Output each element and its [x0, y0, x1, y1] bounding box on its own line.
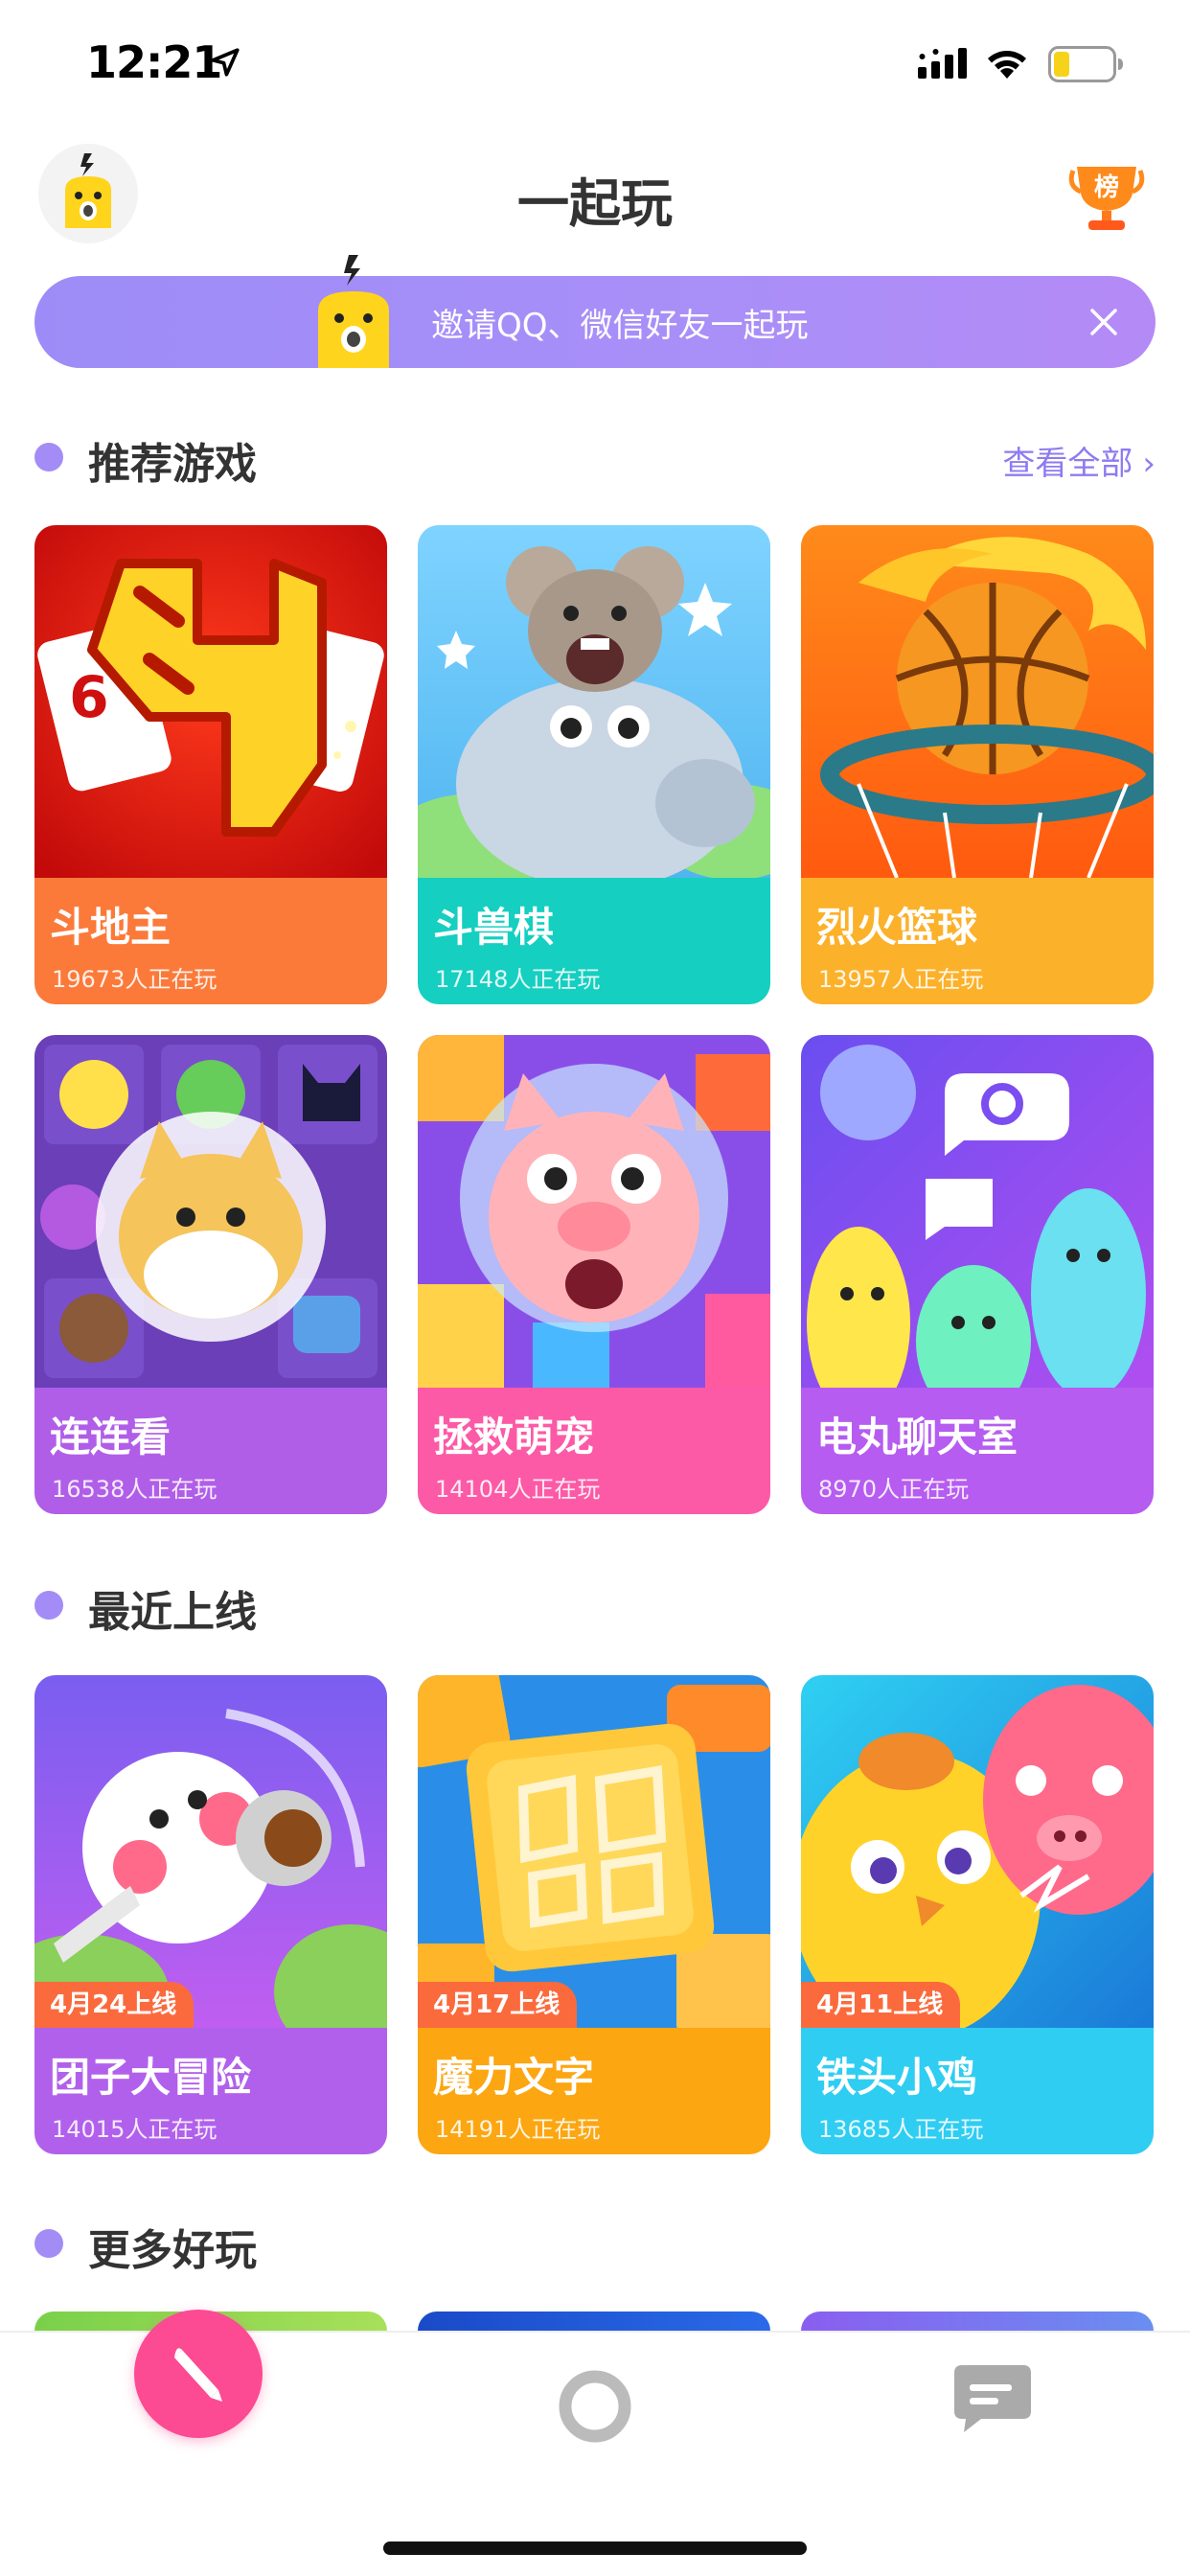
- wifi-icon: [988, 51, 1026, 79]
- section-title: 更多好玩: [88, 2226, 257, 2275]
- game-card-footer: 连连看 16538人正在玩: [34, 1388, 387, 1514]
- game-name: 魔力文字: [433, 2054, 595, 2101]
- game-name: 铁头小鸡: [816, 2054, 978, 2101]
- section-more-fun-header: 更多好玩: [34, 2208, 1156, 2275]
- game-card-moli-wenzi[interactable]: 4月17上线 魔力文字 14191人正在玩: [418, 1675, 770, 2154]
- header: 一起玩 榜: [0, 134, 1190, 249]
- player-count: 13685人正在玩: [818, 2116, 984, 2143]
- game-card-doushouqi[interactable]: 斗兽棋 17148人正在玩: [418, 525, 770, 1004]
- release-date-tag: 4月17上线: [418, 1982, 578, 2028]
- compass-icon: [174, 2348, 222, 2402]
- invite-banner[interactable]: 邀请QQ、微信好友一起玩: [34, 255, 1156, 368]
- tab-discover[interactable]: [134, 2310, 263, 2438]
- section-title: 最近上线: [88, 1588, 257, 1637]
- game-card-rescue-pets[interactable]: 拯救萌宠 14104人正在玩: [418, 1035, 770, 1514]
- home-indicator: [383, 2542, 807, 2555]
- game-card-lianliankan[interactable]: 连连看 16538人正在玩: [34, 1035, 387, 1514]
- game-card-footer: 铁头小鸡 13685人正在玩: [801, 2028, 1154, 2154]
- page-title: 一起玩: [517, 173, 673, 234]
- player-count: 13957人正在玩: [818, 966, 984, 993]
- player-count: 14191人正在玩: [435, 2116, 601, 2143]
- game-art-rescue-pets: [418, 1035, 770, 1388]
- game-art-moli-wenzi: [418, 1675, 770, 2028]
- section-dot: [34, 2229, 63, 2258]
- tab-bar: [0, 2310, 1190, 2576]
- game-card-tietou-chick[interactable]: 4月11上线 铁头小鸡 13685人正在玩: [801, 1675, 1154, 2154]
- player-count: 8970人正在玩: [818, 1476, 970, 1503]
- game-art-lianliankan: [34, 1035, 387, 1388]
- game-card-footer: 团子大冒险 14015人正在玩: [34, 2028, 387, 2154]
- game-card-footer: 烈火篮球 13957人正在玩: [801, 878, 1154, 1004]
- player-count: 14104人正在玩: [435, 1476, 601, 1503]
- section-dot: [34, 443, 63, 472]
- release-date-tag: 4月11上线: [801, 1982, 961, 2028]
- battery-icon: [1048, 46, 1123, 82]
- game-art-basketball: [801, 525, 1154, 878]
- game-card-footer: 魔力文字 14191人正在玩: [418, 2028, 770, 2154]
- game-card-footer: 拯救萌宠 14104人正在玩: [418, 1388, 770, 1514]
- leaderboard-trophy-icon[interactable]: 榜: [1065, 153, 1148, 236]
- game-card-footer: 斗兽棋 17148人正在玩: [418, 878, 770, 1004]
- game-card-footer: 电丸聊天室 8970人正在玩: [801, 1388, 1154, 1514]
- game-card-doudizhu[interactable]: 6 斗地主 19673人正在玩: [34, 525, 387, 1004]
- game-name: 烈火篮球: [816, 904, 978, 951]
- svg-text:6: 6: [69, 664, 109, 731]
- rank-badge-label: 榜: [1094, 172, 1119, 202]
- game-card-dianwan-chatroom[interactable]: 电丸聊天室 8970人正在玩: [801, 1035, 1154, 1514]
- chat-icon[interactable]: [952, 2363, 1033, 2436]
- game-art-doudizhu: 6: [34, 525, 387, 878]
- mascot-icon: [318, 255, 389, 368]
- game-name: 斗兽棋: [433, 904, 555, 951]
- game-art-tuanzi: [34, 1675, 387, 2028]
- cellular-signal-icon: [918, 48, 967, 79]
- section-dot: [34, 1591, 63, 1620]
- invite-text: 邀请QQ、微信好友一起玩: [431, 307, 809, 345]
- section-recommended-header: 推荐游戏 查看全部 ›: [34, 422, 1156, 489]
- game-card-liehuo-basketball[interactable]: 烈火篮球 13957人正在玩: [801, 525, 1154, 1004]
- game-name: 斗地主: [50, 904, 172, 951]
- view-all-link[interactable]: 查看全部 ›: [1002, 437, 1156, 484]
- view-all-label: 查看全部: [1002, 445, 1133, 483]
- close-icon[interactable]: [1087, 305, 1121, 339]
- status-bar: 12:21: [0, 0, 1190, 115]
- player-count: 17148人正在玩: [435, 966, 601, 993]
- game-art-tietou-chick: [801, 1675, 1154, 2028]
- player-count: 19673人正在玩: [52, 966, 217, 993]
- game-art-doushouqi: [418, 525, 770, 878]
- player-count: 16538人正在玩: [52, 1476, 217, 1503]
- game-art-chatroom: [801, 1035, 1154, 1388]
- game-card-tuanzi-adventure[interactable]: 4月24上线 团子大冒险 14015人正在玩: [34, 1675, 387, 2154]
- game-name: 连连看: [50, 1414, 172, 1460]
- game-name: 拯救萌宠: [433, 1414, 595, 1460]
- status-time: 12:21: [86, 36, 222, 88]
- game-card-footer: 斗地主 19673人正在玩: [34, 878, 387, 1004]
- release-date-tag: 4月24上线: [34, 1982, 195, 2028]
- chevron-right-icon: ›: [1142, 445, 1156, 483]
- location-arrow-icon: [211, 48, 240, 77]
- game-name: 团子大冒险: [50, 2054, 252, 2101]
- circle-icon[interactable]: [556, 2367, 634, 2446]
- player-count: 14015人正在玩: [52, 2116, 217, 2143]
- section-title: 推荐游戏: [88, 440, 257, 489]
- game-name: 电丸聊天室: [816, 1414, 1018, 1460]
- section-recent-header: 最近上线: [34, 1570, 1156, 1637]
